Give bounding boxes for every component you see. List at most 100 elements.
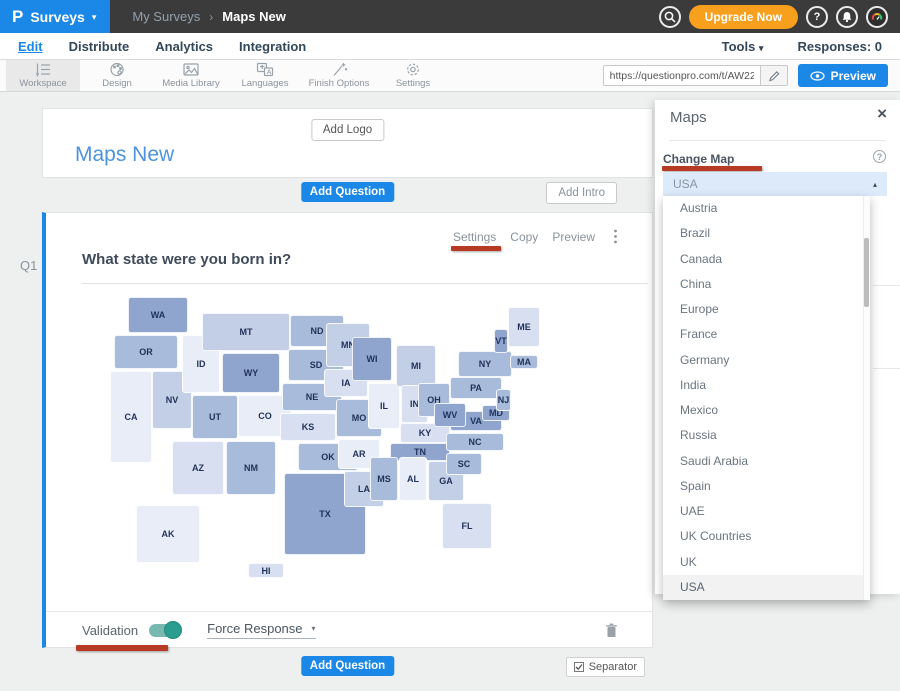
toolbar-item-label: Design — [102, 78, 132, 89]
toolbar-item-media-library[interactable]: Media Library — [154, 60, 228, 91]
map-option-russia[interactable]: Russia — [663, 423, 870, 448]
map-state-al[interactable]: AL — [399, 457, 427, 501]
chevron-down-icon: ▾ — [759, 43, 764, 53]
toolbar-item-workspace[interactable]: Workspace — [6, 60, 80, 91]
magic-wand-icon — [331, 62, 348, 77]
map-state-fl[interactable]: FL — [442, 503, 492, 549]
map-state-wa[interactable]: WA — [128, 297, 188, 333]
gear-icon — [405, 62, 421, 77]
map-state-nc[interactable]: NC — [446, 433, 504, 451]
tab-distribute[interactable]: Distribute — [69, 39, 130, 54]
separator-button[interactable]: Separator — [566, 657, 645, 677]
question-settings-link[interactable]: Settings — [453, 230, 496, 244]
map-state-or[interactable]: OR — [114, 335, 178, 369]
map-option-spain[interactable]: Spain — [663, 474, 870, 499]
translate-icon: A — [256, 62, 274, 77]
map-state-az[interactable]: AZ — [172, 441, 224, 495]
force-response-dropdown[interactable]: Force Response ▾ — [207, 621, 315, 639]
chevron-down-icon: ▾ — [92, 12, 97, 23]
map-state-pa[interactable]: PA — [450, 377, 502, 399]
map-state-ca[interactable]: CA — [110, 371, 152, 463]
question-preview-link[interactable]: Preview — [552, 230, 595, 244]
map-option-germany[interactable]: Germany — [663, 348, 870, 373]
map-state-nj[interactable]: NJ — [496, 389, 511, 411]
upgrade-now-button[interactable]: Upgrade Now — [689, 5, 798, 29]
map-option-usa[interactable]: USA — [663, 575, 870, 600]
more-options-button[interactable] — [613, 229, 618, 244]
survey-link-input[interactable] — [603, 65, 761, 86]
map-state-wy[interactable]: WY — [222, 353, 280, 393]
map-state-ks[interactable]: KS — [280, 413, 336, 441]
delete-question-button[interactable] — [605, 623, 618, 638]
validation-label: Validation — [82, 623, 138, 638]
map-option-europe[interactable]: Europe — [663, 297, 870, 322]
map-state-me[interactable]: ME — [508, 307, 540, 347]
checkbox-checked-icon — [574, 662, 584, 672]
breadcrumb-my-surveys[interactable]: My Surveys — [132, 9, 200, 24]
scrollbar-thumb[interactable] — [864, 238, 869, 307]
close-panel-button[interactable]: × — [877, 104, 887, 124]
question-copy-link[interactable]: Copy — [510, 230, 538, 244]
map-option-france[interactable]: France — [663, 322, 870, 347]
svg-text:A: A — [267, 69, 272, 76]
tab-edit[interactable]: Edit — [18, 39, 43, 54]
map-option-brazil[interactable]: Brazil — [663, 221, 870, 246]
map-state-wv[interactable]: WV — [434, 403, 466, 427]
map-state-ms[interactable]: MS — [370, 457, 398, 501]
add-question-button-bottom[interactable]: Add Question — [301, 656, 394, 676]
map-select[interactable]: USA ▴ — [663, 172, 887, 196]
search-button[interactable] — [659, 6, 681, 28]
annotation-underline-settings — [451, 246, 501, 251]
tab-analytics[interactable]: Analytics — [155, 39, 213, 54]
map-state-sc[interactable]: SC — [446, 453, 482, 475]
map-option-india[interactable]: India — [663, 373, 870, 398]
map-state-mi[interactable]: MI — [396, 345, 436, 387]
map-option-uae[interactable]: UAE — [663, 499, 870, 524]
map-option-uk-countries[interactable]: UK Countries — [663, 524, 870, 549]
map-options-dropdown: AustriaBrazilCanadaChinaEuropeFranceGerm… — [663, 196, 870, 600]
product-switcher[interactable]: P Surveys ▾ — [0, 0, 110, 33]
change-map-label: Change Map — [663, 152, 734, 166]
change-map-help-icon[interactable]: ? — [873, 150, 886, 163]
toolbar-item-finish-options[interactable]: Finish Options — [302, 60, 376, 91]
panel-divider — [669, 140, 886, 141]
map-state-ny[interactable]: NY — [458, 351, 512, 377]
map-option-mexico[interactable]: Mexico — [663, 398, 870, 423]
survey-title[interactable]: Maps New — [75, 143, 174, 167]
map-state-wi[interactable]: WI — [352, 337, 392, 381]
add-logo-button[interactable]: Add Logo — [311, 119, 384, 141]
tools-menu[interactable]: Tools ▾ — [722, 39, 764, 54]
preview-button[interactable]: Preview — [798, 64, 888, 87]
edit-link-button[interactable] — [761, 65, 788, 86]
add-question-button[interactable]: Add Question — [301, 182, 394, 202]
map-option-china[interactable]: China — [663, 272, 870, 297]
chevron-up-icon: ▴ — [873, 180, 877, 189]
add-intro-button[interactable]: Add Intro — [546, 182, 617, 204]
validation-toggle[interactable] — [149, 624, 179, 637]
map-option-saudi-arabia[interactable]: Saudi Arabia — [663, 449, 870, 474]
breadcrumb-current: Maps New — [222, 9, 286, 24]
toolbar-item-languages[interactable]: A Languages — [228, 60, 302, 91]
map-state-ut[interactable]: UT — [192, 395, 238, 439]
toolbar-item-design[interactable]: Design — [80, 60, 154, 91]
map-option-austria[interactable]: Austria — [663, 196, 870, 221]
map-state-ak[interactable]: AK — [136, 505, 200, 563]
question-text[interactable]: What state were you born in? — [82, 251, 291, 268]
map-state-nm[interactable]: NM — [226, 441, 276, 495]
map-state-vt[interactable]: VT — [494, 329, 508, 353]
map-state-hi[interactable]: HI — [248, 563, 284, 578]
toolbar-item-label: Languages — [241, 78, 288, 89]
toolbar-item-settings[interactable]: Settings — [376, 60, 450, 91]
dropdown-scrollbar[interactable] — [863, 196, 870, 600]
notifications-button[interactable] — [836, 6, 858, 28]
pencil-icon — [768, 70, 780, 82]
help-button[interactable]: ? — [806, 6, 828, 28]
map-state-mt[interactable]: MT — [202, 313, 290, 351]
account-avatar[interactable] — [866, 6, 888, 28]
map-option-canada[interactable]: Canada — [663, 247, 870, 272]
map-state-il[interactable]: IL — [368, 383, 400, 429]
map-state-ma[interactable]: MA — [510, 355, 538, 369]
map-option-uk[interactable]: UK — [663, 550, 870, 575]
add-row-bottom: Add Question Separator — [42, 656, 653, 680]
tab-integration[interactable]: Integration — [239, 39, 306, 54]
